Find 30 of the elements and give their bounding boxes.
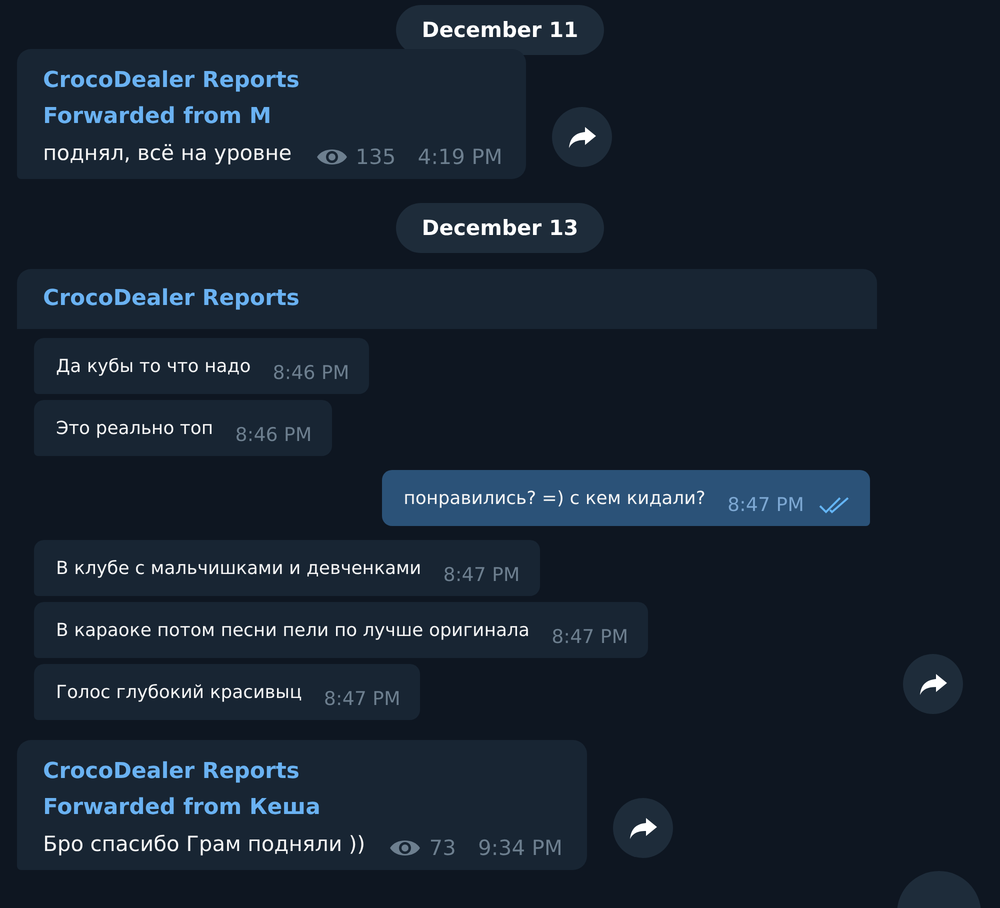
message-text: понравились? =) с кем кидали? bbox=[404, 488, 706, 508]
eye-icon bbox=[316, 147, 348, 167]
channel-name[interactable]: CrocoDealer Reports bbox=[43, 756, 563, 788]
share-icon bbox=[918, 672, 948, 696]
message-time: 9:34 PM bbox=[478, 836, 563, 860]
message-time: 8:46 PM bbox=[272, 362, 350, 384]
message-text: Это реально топ bbox=[56, 418, 214, 438]
message-text: поднял, всё на уровне bbox=[43, 140, 292, 167]
message-text: Да кубы то что надо bbox=[56, 356, 251, 376]
share-icon bbox=[567, 125, 598, 149]
message-text: В караоке потом песни пели по лучше оригинала bbox=[56, 620, 530, 640]
forwarded-from[interactable]: Forwarded from M bbox=[43, 101, 502, 133]
channel-name[interactable]: CrocoDealer Reports bbox=[43, 65, 502, 97]
eye-icon bbox=[389, 838, 422, 858]
message-text: Бро спасибо Грам подняли )) bbox=[43, 831, 366, 858]
message-time: 8:47 PM bbox=[324, 688, 400, 710]
message-text: Голос глубокий красивыц bbox=[56, 682, 302, 702]
message-time: 4:19 PM bbox=[418, 145, 502, 169]
message-time: 8:47 PM bbox=[727, 494, 804, 516]
message-text: В клубе с мальчишками и девченками bbox=[56, 558, 422, 578]
date-label: December 13 bbox=[396, 203, 604, 253]
view-count: 73 bbox=[429, 836, 456, 860]
view-count: 135 bbox=[356, 145, 396, 169]
share-icon bbox=[628, 816, 658, 840]
channel-name[interactable]: CrocoDealer Reports bbox=[43, 283, 300, 315]
date-label: December 11 bbox=[396, 5, 604, 55]
message-time: 8:47 PM bbox=[552, 626, 628, 648]
message-time: 8:46 PM bbox=[235, 424, 312, 446]
message-time: 8:47 PM bbox=[443, 564, 520, 586]
forwarded-from[interactable]: Forwarded from Кеша bbox=[43, 792, 563, 824]
